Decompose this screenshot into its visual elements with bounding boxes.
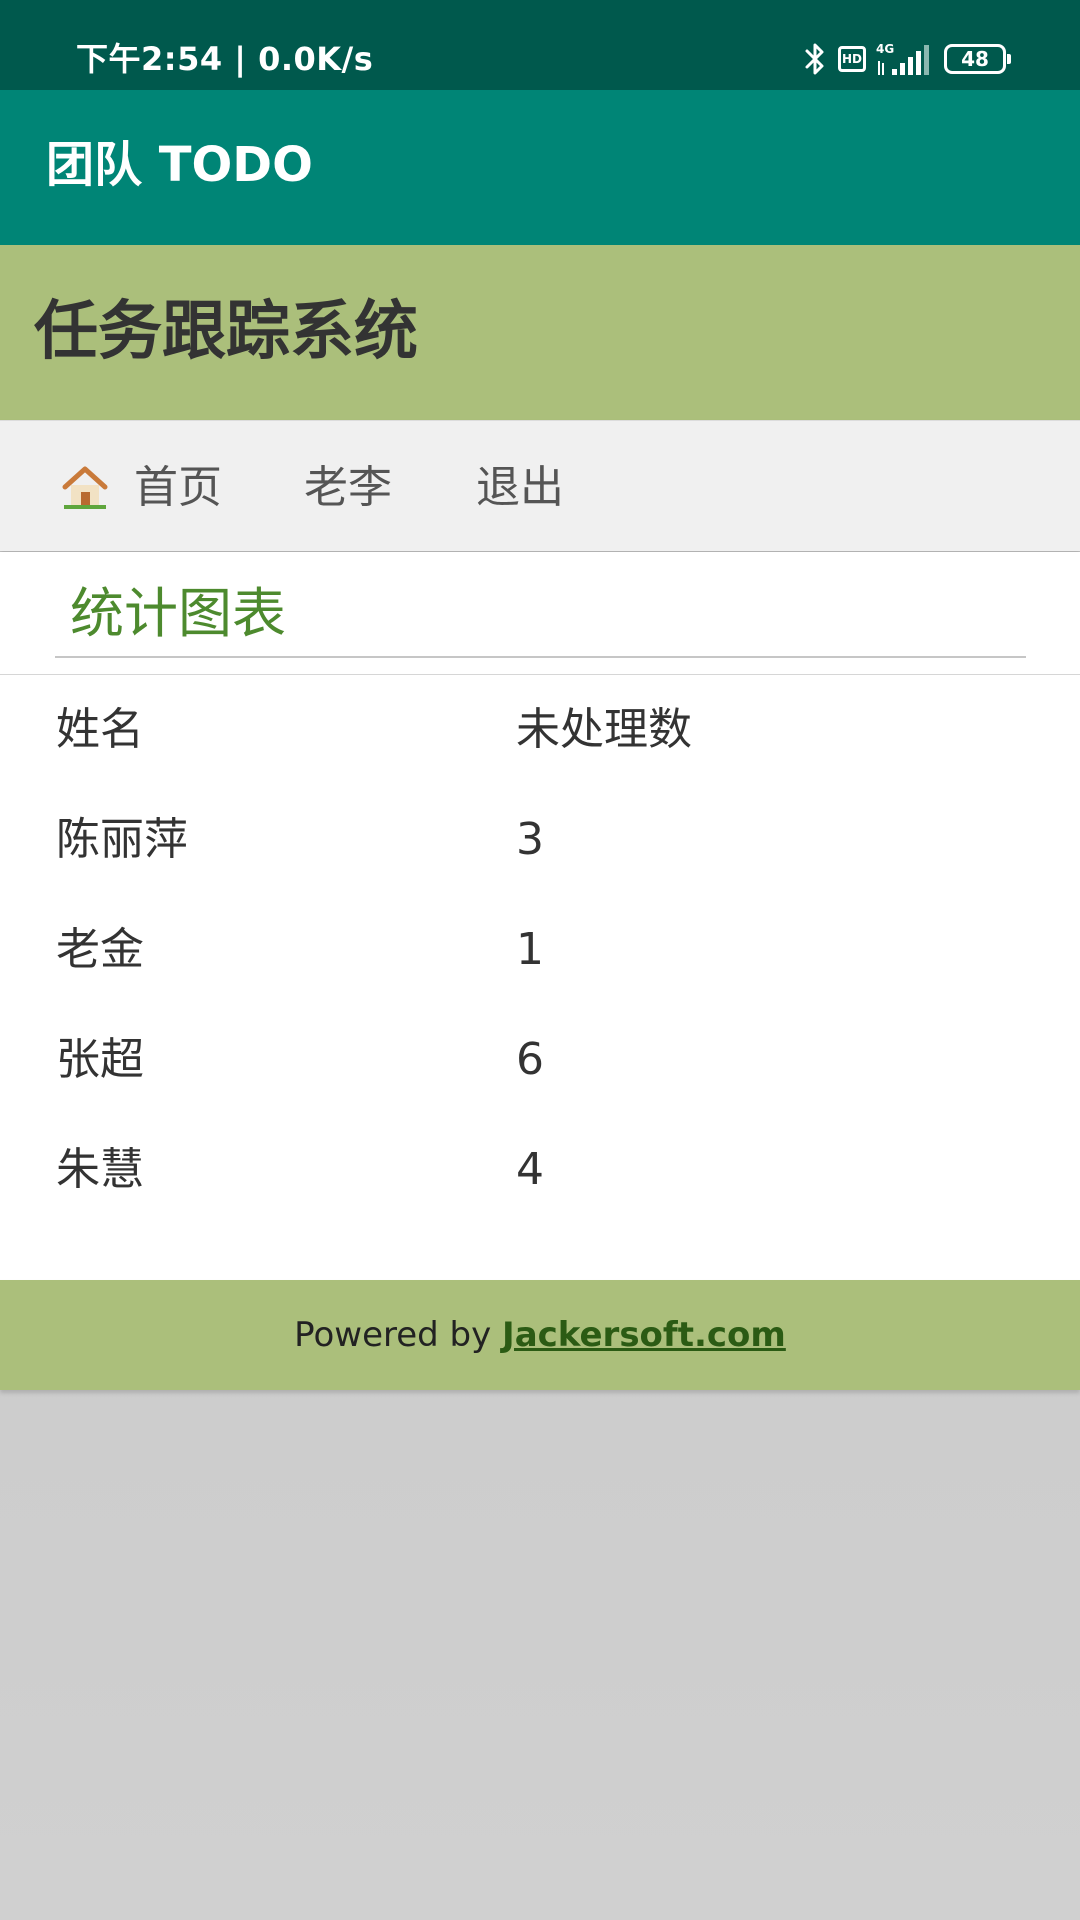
nav-logout-link[interactable]: 退出: [476, 421, 564, 551]
table-header-row: 姓名 未处理数: [0, 675, 1080, 785]
header-count: 未处理数: [516, 704, 692, 755]
section-underline: [55, 656, 1026, 658]
site-title: 任务跟踪系统: [34, 295, 418, 369]
battery-icon: 48: [944, 44, 1011, 74]
row-count: 1: [516, 924, 544, 975]
row-count: 6: [516, 1034, 544, 1085]
signal-icon: 4G: [876, 42, 929, 75]
nav-home-link[interactable]: 首页: [134, 421, 222, 551]
status-time-speed: 下午2:54 | 0.0K/s: [76, 40, 374, 78]
footer-prefix: Powered by: [294, 1315, 503, 1355]
row-count: 3: [516, 814, 544, 865]
footer: Powered by Jackersoft.com: [0, 1280, 1080, 1390]
status-bar: 下午2:54 | 0.0K/s HD 4G 48: [0, 0, 1080, 90]
table-row: 朱慧 4: [0, 1115, 1080, 1225]
status-icons: HD 4G 48: [802, 36, 1011, 82]
bluetooth-icon: [805, 43, 824, 75]
row-name: 朱慧: [56, 1144, 144, 1195]
nav-bar: 首页 老李 退出: [0, 420, 1080, 551]
row-name: 老金: [56, 924, 144, 975]
table-row: 陈丽萍 3: [0, 785, 1080, 895]
site-header: 任务跟踪系统: [0, 245, 1080, 420]
stats-table: 姓名 未处理数 陈丽萍 3 老金 1 张超 6 朱慧 4: [0, 675, 1080, 1225]
hd-icon: HD: [838, 46, 866, 72]
network-type-label: 4G: [876, 42, 894, 56]
section-title: 统计图表: [70, 582, 286, 645]
app-title: 团队 TODO: [46, 137, 313, 193]
app-bar: 团队 TODO: [0, 90, 1080, 245]
row-name: 陈丽萍: [56, 814, 188, 865]
footer-link[interactable]: Jackersoft.com: [502, 1315, 786, 1355]
nav-user-link[interactable]: 老李: [304, 421, 392, 551]
header-name: 姓名: [56, 704, 144, 755]
home-icon[interactable]: [62, 465, 108, 509]
row-name: 张超: [56, 1034, 144, 1085]
table-row: 老金 1: [0, 895, 1080, 1005]
main-content: 统计图表 姓名 未处理数 陈丽萍 3 老金 1 张超 6 朱慧 4: [0, 552, 1080, 1280]
row-count: 4: [516, 1144, 544, 1195]
table-row: 张超 6: [0, 1005, 1080, 1115]
